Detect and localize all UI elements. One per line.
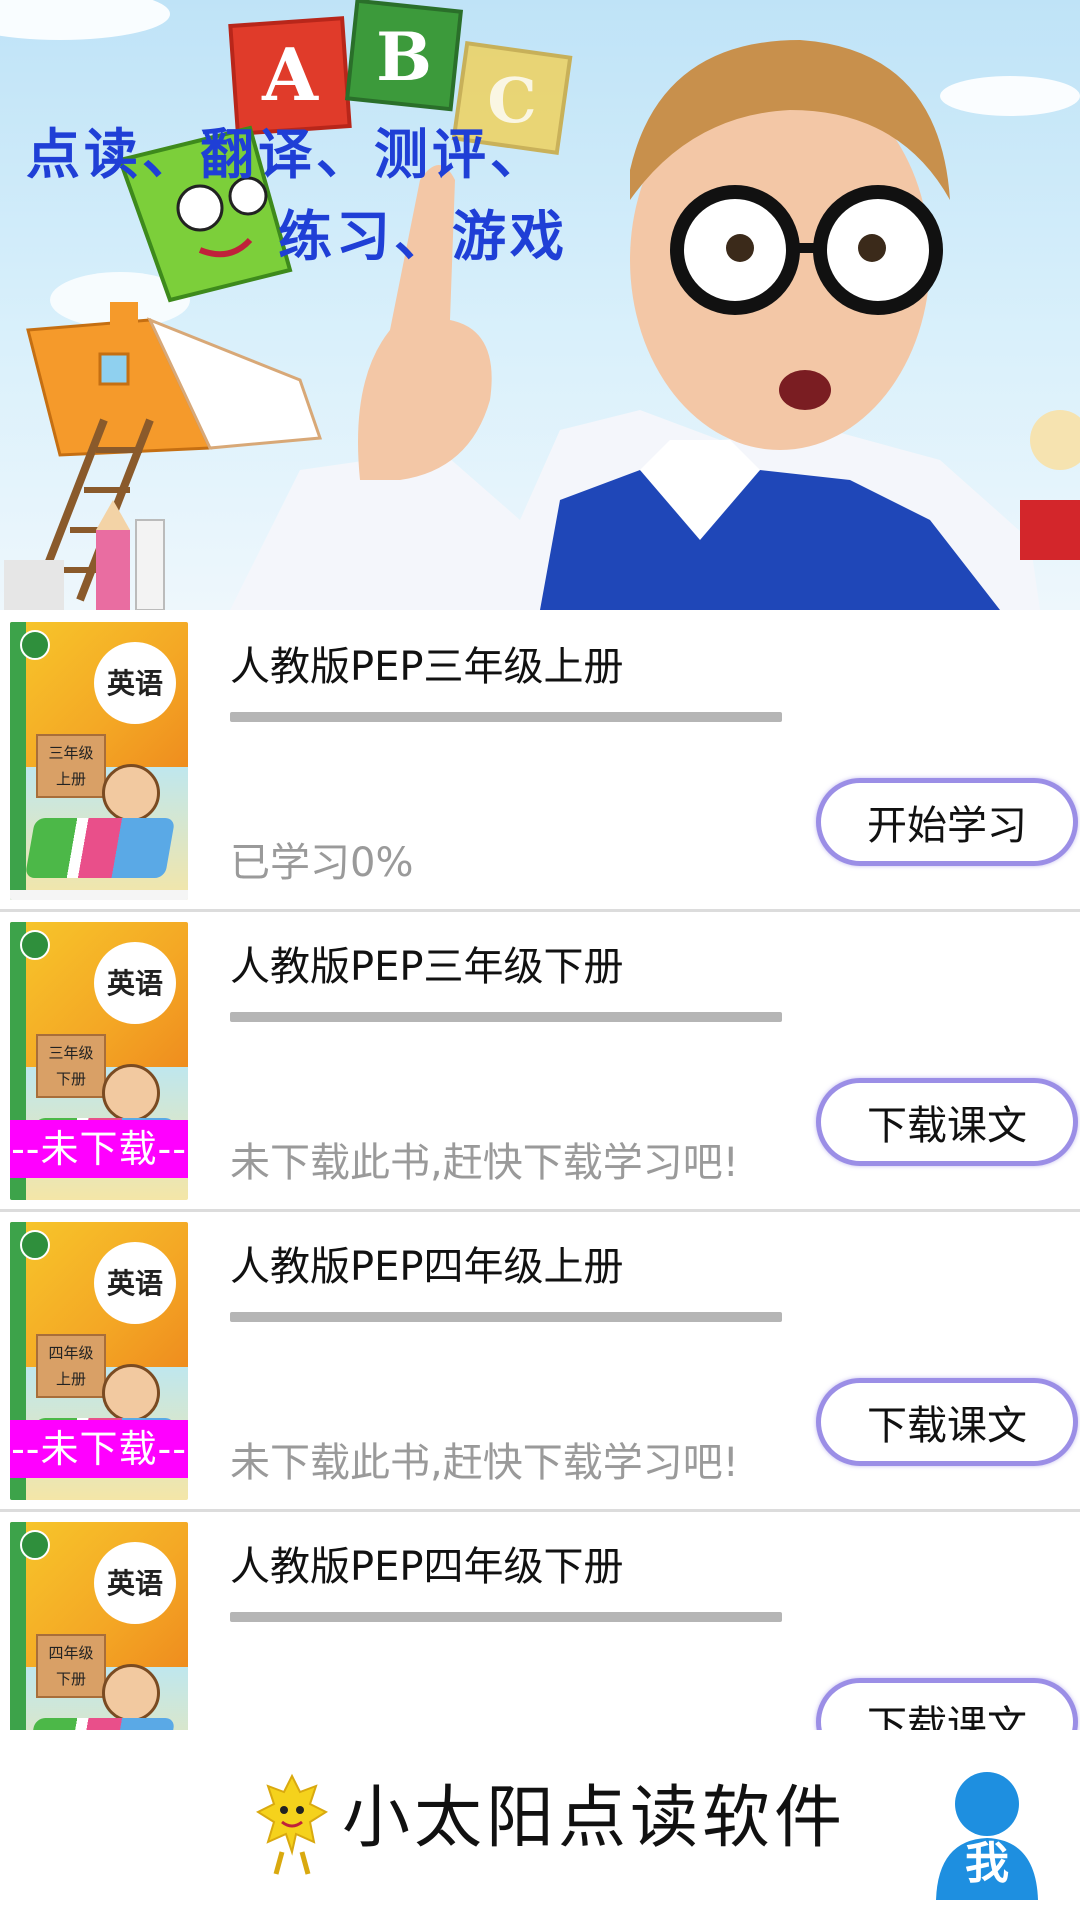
book-cover[interactable]: 英语 三年级 上册 — [10, 622, 188, 900]
book-status-text: 未下载此书,赶快下载学习吧! — [230, 1440, 739, 1486]
sun-mascot-icon — [256, 1773, 328, 1875]
banner-slogan-line2: 练习、游戏 — [278, 205, 568, 268]
block-a-text: A — [261, 32, 319, 117]
cover-letters-illustration — [24, 1718, 176, 1730]
banner-illustration: A B C — [0, 0, 1080, 610]
book-title: 人教版PEP四年级上册 — [230, 1244, 624, 1290]
book-status-text: 未下载此书,赶快下载学习吧! — [230, 1140, 739, 1186]
download-lesson-button[interactable]: 下载课文 — [816, 1378, 1078, 1466]
promo-banner[interactable]: A B C 点读、翻译、测评、 练习、游戏 — [0, 0, 1080, 610]
not-downloaded-badge: --未下载-- — [10, 1420, 188, 1478]
publisher-logo-icon — [20, 1230, 50, 1260]
book-title: 人教版PEP三年级下册 — [230, 944, 624, 990]
cover-grade: 三年级 上册 — [48, 744, 94, 788]
cover-character-icon — [102, 1364, 160, 1422]
cover-grade: 三年级 下册 — [48, 1044, 94, 1088]
cover-character-icon — [102, 764, 160, 822]
cover-character-icon — [102, 1664, 160, 1722]
book-list-item[interactable]: 英语 三年级 上册 人教版PEP三年级上册 已学习0% 开始学习 — [0, 612, 1080, 912]
cover-title: 英语 — [106, 1567, 163, 1600]
brand-name: 小太阳点读软件 — [342, 1779, 847, 1858]
book-list-item[interactable]: 英语 四年级 下册 人教版PEP四年级下册 下载课文 — [0, 1512, 1080, 1730]
block-b-text: B — [376, 18, 432, 96]
banner-slogan-line1: 点读、翻译、测评、 — [26, 123, 548, 186]
download-lesson-button[interactable]: 下载课文 — [816, 1678, 1078, 1730]
learning-progress-bar — [230, 712, 782, 722]
start-learning-button[interactable]: 开始学习 — [816, 778, 1078, 866]
dessert-illustration — [1020, 410, 1080, 560]
download-lesson-button[interactable]: 下载课文 — [816, 1078, 1078, 1166]
learning-progress-bar — [230, 1012, 782, 1022]
cover-grade: 四年级 上册 — [48, 1344, 94, 1388]
book-cover[interactable]: 英语 四年级 上册 --未下载-- — [10, 1222, 188, 1500]
learning-progress-bar — [230, 1612, 782, 1622]
cover-title: 英语 — [106, 667, 163, 700]
publisher-logo-icon — [20, 930, 50, 960]
publisher-logo-icon — [20, 1530, 50, 1560]
book-cover[interactable]: 英语 四年级 下册 — [10, 1522, 188, 1730]
cover-title: 英语 — [106, 1267, 163, 1300]
app-screen: A B C 点读、翻译、测评、 练习、游戏 英语 三年级 上册 人教版PEP三年… — [0, 0, 1080, 1920]
cover-character-icon — [102, 1064, 160, 1122]
cover-letters-illustration — [24, 818, 176, 878]
book-list-item[interactable]: 英语 四年级 上册 --未下载-- 人教版PEP四年级上册 未下载此书,赶快下载学… — [0, 1212, 1080, 1512]
book-status-text: 已学习0% — [230, 840, 414, 886]
book-list-item[interactable]: 英语 三年级 下册 --未下载-- 人教版PEP三年级下册 未下载此书,赶快下载学… — [0, 912, 1080, 1212]
profile-button-label[interactable]: 我 — [932, 1842, 1042, 1886]
publisher-logo-icon — [20, 630, 50, 660]
not-downloaded-badge: --未下载-- — [10, 1120, 188, 1178]
cover-grade: 四年级 下册 — [48, 1644, 94, 1688]
book-title: 人教版PEP三年级上册 — [230, 644, 624, 690]
book-cover[interactable]: 英语 三年级 下册 --未下载-- — [10, 922, 188, 1200]
book-title: 人教版PEP四年级下册 — [230, 1544, 624, 1590]
cover-title: 英语 — [106, 967, 163, 1000]
learning-progress-bar — [230, 1312, 782, 1322]
book-list[interactable]: 英语 三年级 上册 人教版PEP三年级上册 已学习0% 开始学习 英语 三年级 … — [0, 612, 1080, 1730]
bottom-bar: 小太阳点读软件 我 — [0, 1730, 1080, 1920]
